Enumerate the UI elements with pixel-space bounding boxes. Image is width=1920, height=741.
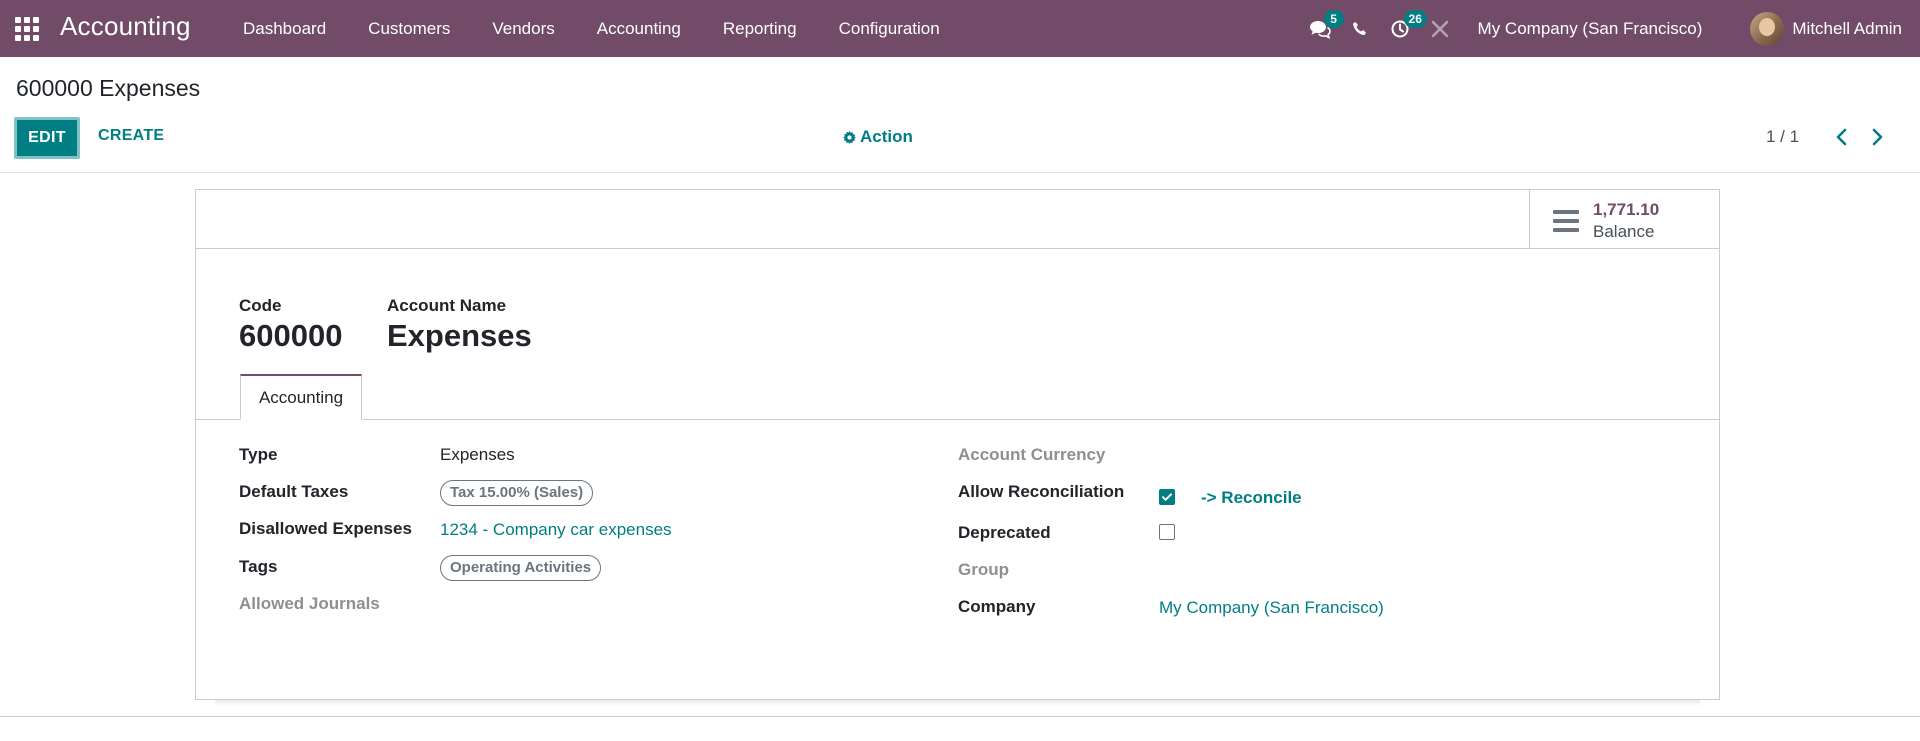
debug-tools-button[interactable]	[1420, 0, 1460, 57]
disallowed-expenses-link[interactable]: 1234 - Company car expenses	[440, 520, 672, 540]
top-navbar: Accounting Dashboard Customers Vendors A…	[0, 0, 1920, 57]
code-value: 600000	[239, 318, 343, 353]
pager-previous-button[interactable]	[1829, 123, 1853, 151]
balance-smart-button[interactable]: 1,771.10 Balance	[1529, 190, 1719, 248]
account-name-value: Expenses	[387, 318, 532, 353]
apps-menu-icon[interactable]	[15, 17, 39, 41]
tools-icon	[1431, 20, 1448, 37]
menu-item-accounting[interactable]: Accounting	[576, 0, 702, 57]
gear-icon	[843, 130, 856, 144]
sheet-shadow	[215, 700, 1700, 706]
tab-accounting[interactable]: Accounting	[240, 374, 362, 420]
type-value: Expenses	[440, 445, 515, 464]
user-menu[interactable]: Mitchell Admin	[1750, 11, 1920, 46]
account-name-label: Account Name	[387, 296, 507, 315]
pager-next-button[interactable]	[1866, 123, 1890, 151]
chevron-left-icon	[1836, 128, 1847, 146]
deprecated-label: Deprecated	[958, 523, 1051, 542]
type-label: Type	[239, 445, 278, 464]
allow-reconciliation-checkbox[interactable]	[1159, 489, 1175, 505]
balance-label: Balance	[1593, 222, 1655, 241]
phone-button[interactable]	[1340, 0, 1380, 57]
allowed-journals-label: Allowed Journals	[239, 594, 380, 613]
main-menu: Dashboard Customers Vendors Accounting R…	[222, 0, 961, 57]
menu-item-dashboard[interactable]: Dashboard	[222, 0, 347, 57]
user-name: Mitchell Admin	[1792, 18, 1902, 38]
control-panel: 600000 Expenses EDIT CREATE Action 1 / 1	[0, 57, 1920, 173]
default-taxes-label: Default Taxes	[239, 482, 349, 501]
company-label: Company	[958, 597, 1036, 616]
allow-reconciliation-label: Allow Reconciliation	[958, 482, 1125, 501]
avatar	[1750, 11, 1785, 46]
company-link[interactable]: My Company (San Francisco)	[1159, 598, 1384, 618]
tabs-divider	[196, 419, 1719, 420]
menu-item-vendors[interactable]: Vendors	[471, 0, 575, 57]
menu-item-configuration[interactable]: Configuration	[818, 0, 961, 57]
action-menu-button[interactable]: Action	[843, 127, 913, 147]
form-sheet: 1,771.10 Balance Code 600000 Account Nam…	[195, 189, 1720, 700]
smart-button-box: 1,771.10 Balance	[196, 190, 1719, 249]
menu-item-customers[interactable]: Customers	[347, 0, 471, 57]
systray: 5 26 My Company (San Francisco) Mitchell…	[1300, 0, 1920, 57]
bars-icon	[1553, 210, 1579, 232]
group-label: Group	[958, 560, 1009, 579]
pager-value[interactable]: 1 / 1	[1766, 127, 1799, 147]
balance-value: 1,771.10	[1593, 200, 1660, 219]
bottom-divider	[0, 716, 1920, 717]
action-label: Action	[860, 127, 913, 146]
tags-label: Tags	[239, 557, 278, 576]
create-button[interactable]: CREATE	[98, 127, 164, 145]
chevron-right-icon	[1872, 128, 1883, 146]
app-title[interactable]: Accounting	[60, 11, 191, 42]
check-icon	[1162, 493, 1172, 501]
account-currency-label: Account Currency	[958, 445, 1106, 464]
default-tax-tag: Tax 15.00% (Sales)	[440, 480, 594, 506]
disallowed-expenses-label: Disallowed Expenses	[239, 519, 412, 538]
operating-activities-tag: Operating Activities	[440, 555, 602, 581]
edit-button[interactable]: EDIT	[14, 117, 80, 159]
activities-button[interactable]: 26	[1380, 0, 1427, 57]
breadcrumb: 600000 Expenses	[16, 75, 201, 101]
phone-icon	[1352, 21, 1366, 35]
deprecated-checkbox[interactable]	[1159, 524, 1175, 540]
messages-button[interactable]: 5	[1300, 0, 1344, 57]
company-switcher[interactable]: My Company (San Francisco)	[1460, 19, 1751, 39]
menu-item-reporting[interactable]: Reporting	[702, 0, 818, 57]
code-label: Code	[239, 296, 282, 315]
reconcile-link[interactable]: -> Reconcile	[1201, 488, 1302, 508]
